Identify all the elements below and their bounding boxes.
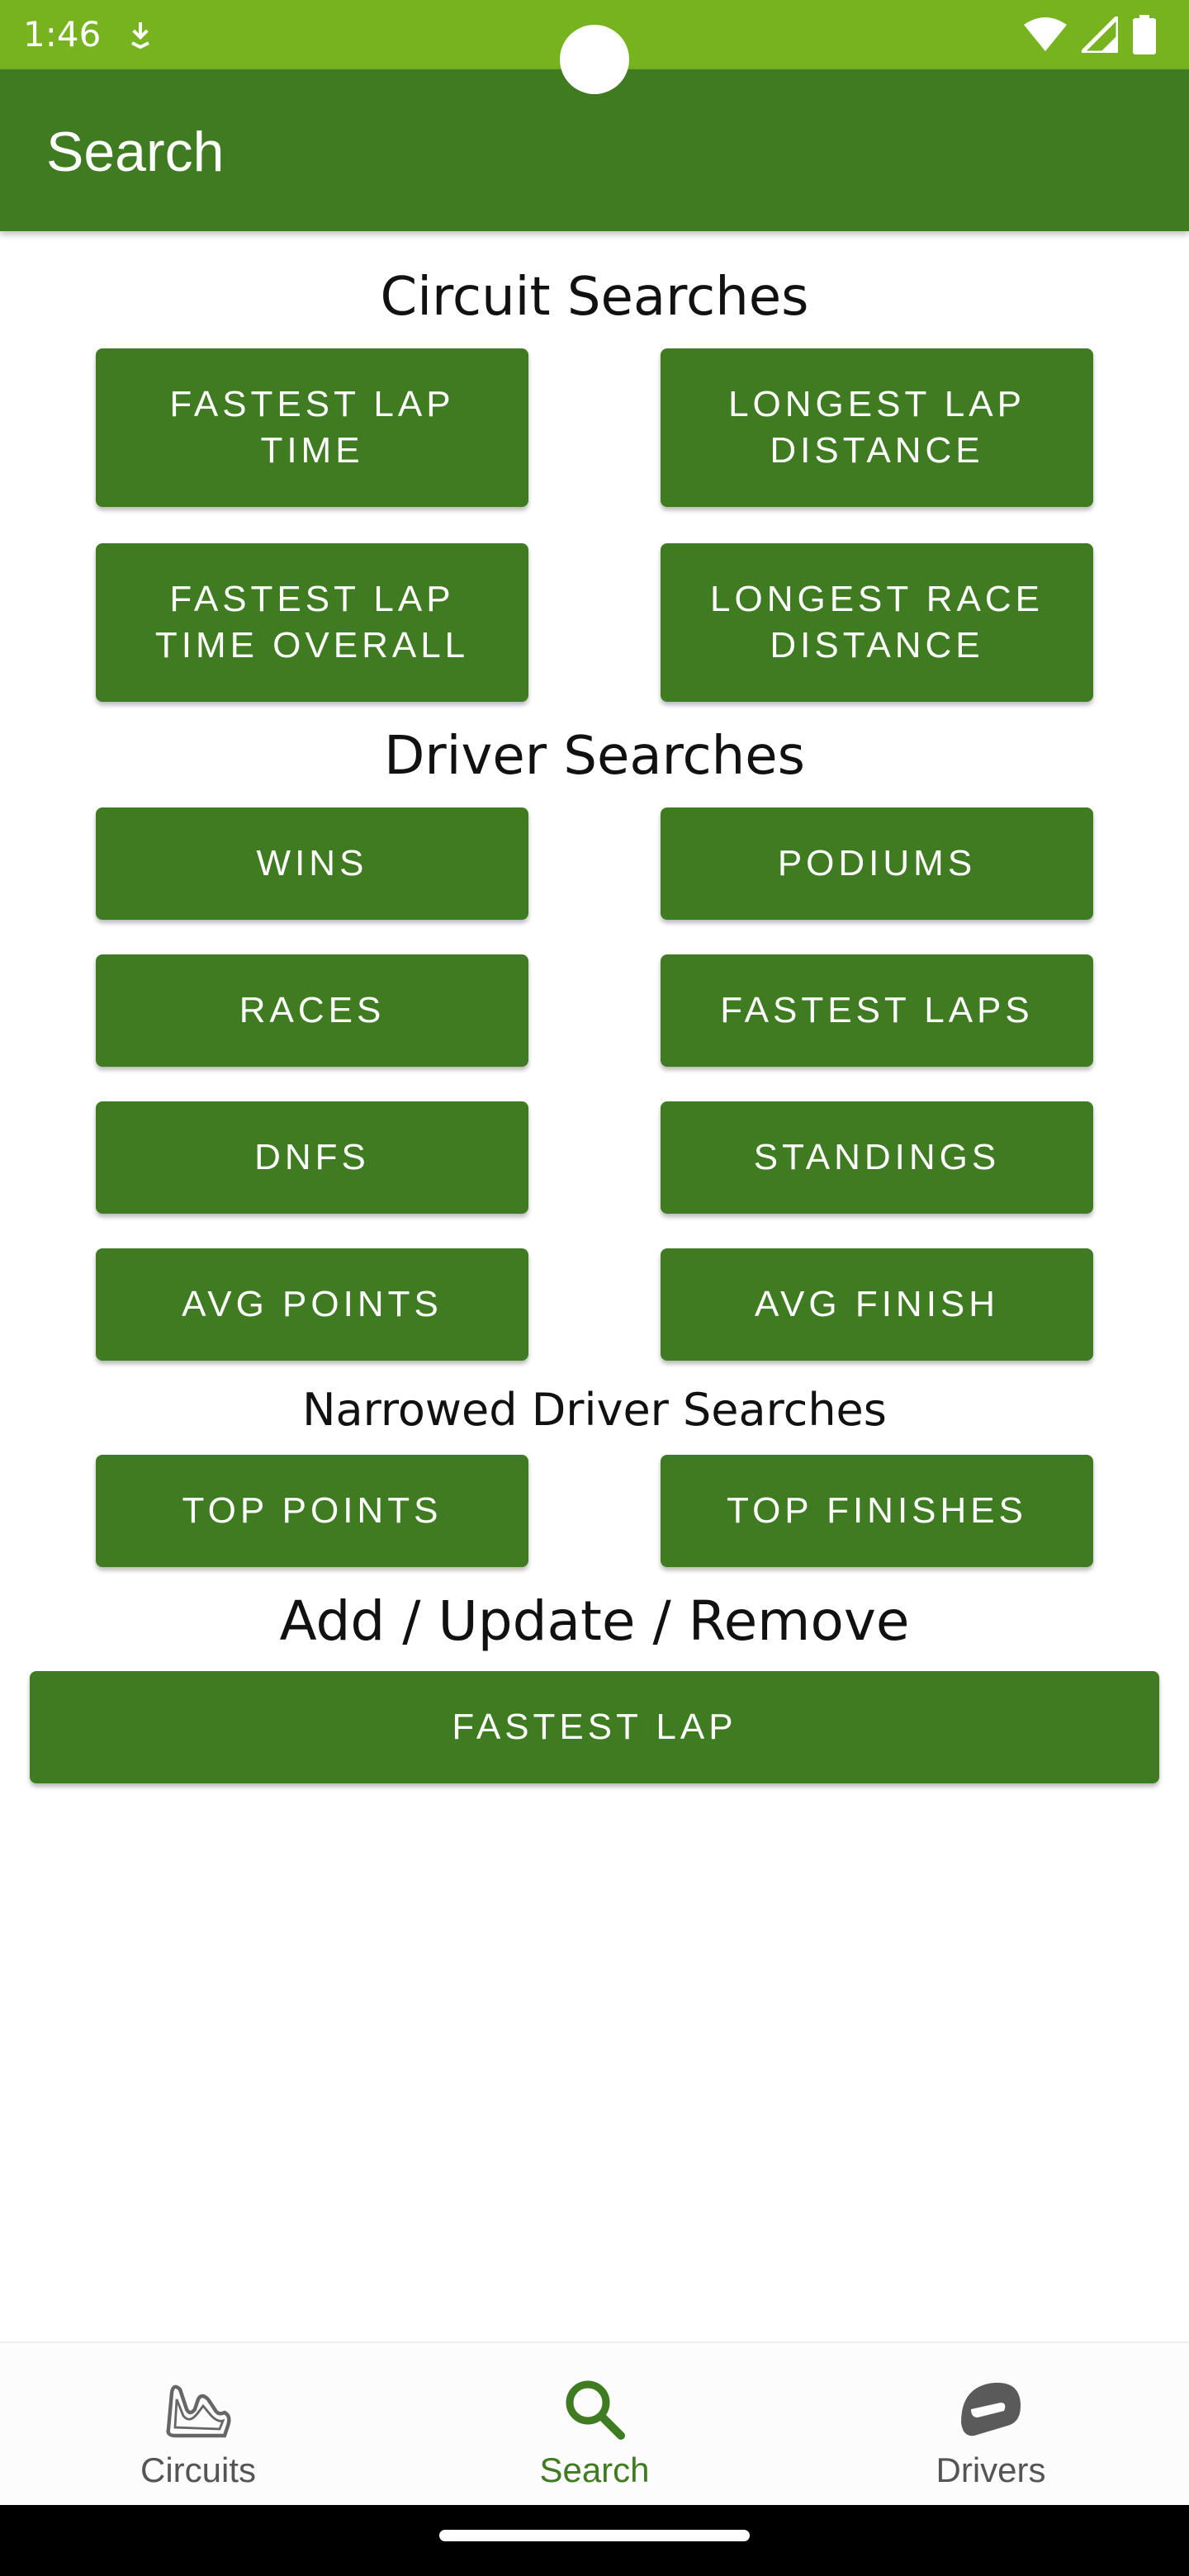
dnfs-button[interactable]: DNFS — [96, 1101, 528, 1214]
podiums-button[interactable]: PODIUMS — [661, 807, 1093, 920]
section-title-manage: Add / Update / Remove — [279, 1589, 910, 1653]
download-icon — [131, 22, 149, 50]
home-gesture-handle[interactable] — [439, 2530, 750, 2541]
nav-item-search[interactable]: Search — [396, 2343, 793, 2507]
fastest-lap-time-overall-button[interactable]: FASTEST LAP TIME OVERALL — [96, 543, 528, 702]
nav-item-drivers[interactable]: Drivers — [793, 2343, 1189, 2507]
section-title-driver: Driver Searches — [384, 726, 805, 787]
section-title-circuit: Circuit Searches — [380, 267, 809, 328]
fastest-laps-button[interactable]: FASTEST LAPS — [661, 954, 1093, 1067]
avg-finish-button[interactable]: AVG FINISH — [661, 1248, 1093, 1361]
longest-race-distance-button[interactable]: LONGEST RACE DISTANCE — [661, 543, 1093, 702]
top-finishes-button[interactable]: TOP FINISHES — [661, 1455, 1093, 1567]
section-title-narrowed: Narrowed Driver Searches — [302, 1384, 887, 1436]
fastest-lap-time-button[interactable]: FASTEST LAP TIME — [96, 348, 528, 507]
nav-label-circuits: Circuits — [140, 2451, 256, 2489]
fastest-lap-manage-button[interactable]: FASTEST LAP — [30, 1671, 1159, 1783]
status-time: 1:46 — [23, 14, 102, 54]
camera-cutout — [560, 25, 629, 94]
avg-points-button[interactable]: AVG POINTS — [96, 1248, 528, 1361]
nav-item-circuits[interactable]: Circuits — [0, 2343, 396, 2507]
search-icon — [566, 2380, 625, 2440]
cell-signal-icon — [1082, 17, 1118, 53]
longest-lap-distance-button[interactable]: LONGEST LAP DISTANCE — [661, 348, 1093, 507]
helmet-icon — [961, 2382, 1021, 2436]
top-points-button[interactable]: TOP POINTS — [96, 1455, 528, 1567]
races-button[interactable]: RACES — [96, 954, 528, 1067]
bottom-navigation: Circuits Search Drivers — [0, 2342, 1189, 2505]
nav-label-drivers: Drivers — [936, 2451, 1046, 2489]
wifi-icon — [1024, 17, 1067, 51]
standings-button[interactable]: STANDINGS — [661, 1101, 1093, 1214]
battery-icon — [1133, 15, 1156, 54]
wins-button[interactable]: WINS — [96, 807, 528, 920]
page-title: Search — [46, 121, 225, 183]
circuit-track-icon — [166, 2384, 231, 2438]
status-icons — [1024, 15, 1156, 54]
system-navigation-bar — [0, 2505, 1189, 2576]
nav-label-search: Search — [539, 2451, 650, 2489]
